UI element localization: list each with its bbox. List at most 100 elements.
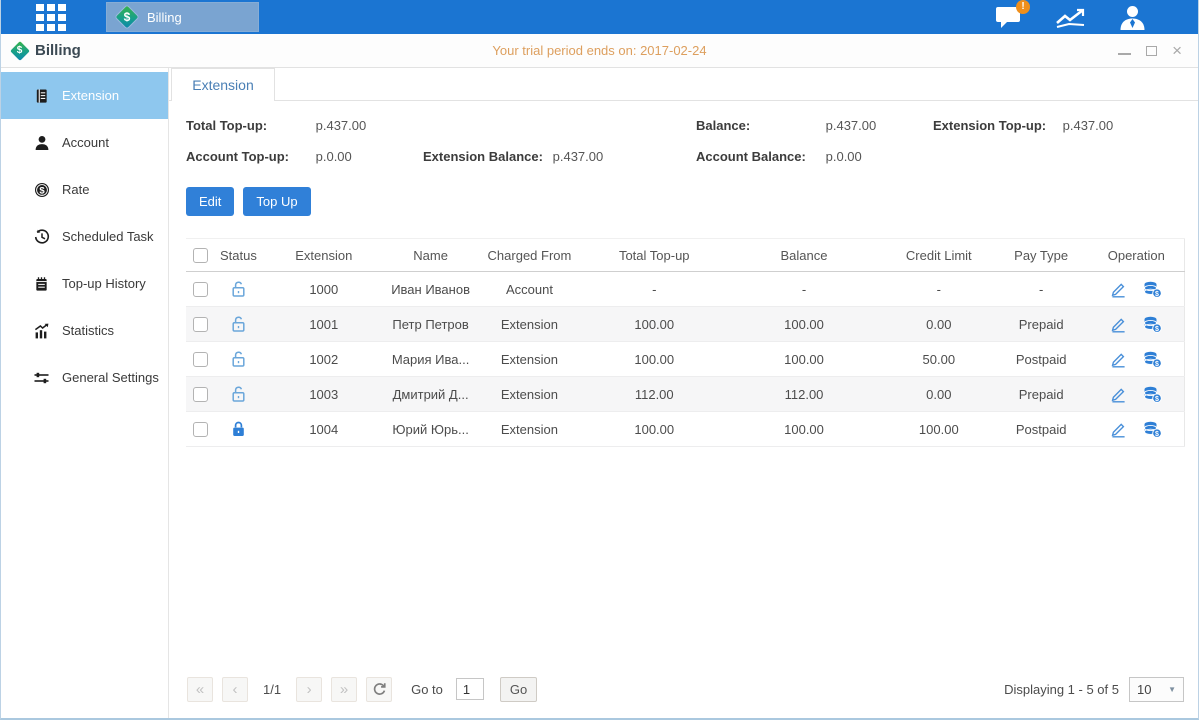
cell-name: Иван Иванов <box>387 272 475 307</box>
go-button[interactable]: Go <box>500 677 537 702</box>
row-checkbox[interactable] <box>193 422 208 437</box>
top-up-button[interactable]: Top Up <box>243 187 310 216</box>
edit-pencil-icon[interactable] <box>1110 421 1127 438</box>
sidebar-item-top-up-history[interactable]: Top-up History <box>1 260 168 307</box>
content-area: Total Top-up: p.437.00 Balance: p.437.00… <box>169 101 1198 447</box>
sidebar-item-extension[interactable]: Extension <box>1 72 168 119</box>
cell-extension: 1000 <box>261 272 387 307</box>
rate-icon: $ <box>33 182 50 198</box>
sidebar: Extension Account $RateScheduled Task Top-u… <box>1 68 169 718</box>
summary-account-balance: Account Balance: p.0.00 <box>696 149 933 164</box>
goto-label: Go to <box>411 682 443 697</box>
table-row-extension-1004: 1004Юрий Юрь...Extension100.00100.00100.… <box>186 412 1185 447</box>
table-row-extension-1003: 1003Дмитрий Д...Extension112.00112.000.0… <box>186 377 1185 412</box>
statistics-chart-icon[interactable] <box>1055 6 1086 29</box>
app-grid-icon[interactable] <box>36 4 66 31</box>
summary-balance: Balance: p.437.00 <box>696 118 933 133</box>
cell-name: Юрий Юрь... <box>387 412 475 447</box>
summary-total-topup: Total Top-up: p.437.00 <box>186 118 423 133</box>
svg-text:$: $ <box>1155 395 1159 402</box>
cell-charged-from: Account <box>475 272 585 307</box>
minimize-button[interactable] <box>1118 47 1131 55</box>
column-header-extension: Extension <box>261 239 387 272</box>
row-checkbox[interactable] <box>193 387 208 402</box>
billing-diamond-icon: $ <box>10 41 29 60</box>
action-buttons: Edit Top Up <box>186 187 1185 216</box>
billing-window: $ Billing ! <box>0 0 1199 720</box>
sidebar-item-rate[interactable]: $Rate <box>1 166 168 213</box>
user-account-icon[interactable] <box>1119 5 1146 30</box>
maximize-button[interactable] <box>1146 46 1157 56</box>
next-page-button[interactable]: › <box>296 677 322 702</box>
sidebar-item-statistics[interactable]: Statistics <box>1 307 168 354</box>
sidebar-item-scheduled-task[interactable]: Scheduled Task <box>1 213 168 260</box>
close-button[interactable]: × <box>1172 46 1182 56</box>
lock-open-icon <box>230 350 247 368</box>
edit-button[interactable]: Edit <box>186 187 234 216</box>
summary-extension-topup: Extension Top-up: p.437.00 <box>933 118 1185 133</box>
page-size-dropdown[interactable]: 10 ▼ <box>1129 677 1184 702</box>
cell-charged-from: Extension <box>475 377 585 412</box>
operation-cell: $ <box>1090 421 1183 438</box>
sidebar-item-label: Top-up History <box>62 276 146 291</box>
sidebar-item-account[interactable]: Account <box>1 119 168 166</box>
edit-pencil-icon[interactable] <box>1110 386 1127 403</box>
operation-cell: $ <box>1090 281 1183 298</box>
goto-page-input[interactable] <box>456 678 484 700</box>
notification-badge: ! <box>1016 0 1030 14</box>
edit-pencil-icon[interactable] <box>1110 351 1127 368</box>
pagination-bar: « ‹ 1/1 › » Go to Go Di <box>169 666 1198 718</box>
top-bar: $ Billing ! <box>1 0 1198 34</box>
cell-charged-from: Extension <box>475 342 585 377</box>
top-up-coins-icon[interactable]: $ <box>1143 351 1162 368</box>
cell-total-topup: 100.00 <box>584 412 724 447</box>
first-page-button[interactable]: « <box>187 677 213 702</box>
row-checkbox[interactable] <box>193 317 208 332</box>
cell-credit-limit: 0.00 <box>884 377 994 412</box>
top-up-coins-icon[interactable]: $ <box>1143 281 1162 298</box>
page-size-value: 10 <box>1137 682 1151 697</box>
svg-text:$: $ <box>1155 430 1159 437</box>
stats-icon <box>33 323 50 339</box>
operation-cell: $ <box>1090 316 1183 333</box>
trial-notice: Your trial period ends on: 2017-02-24 <box>1 43 1198 58</box>
billing-diamond-icon: $ <box>116 6 138 28</box>
column-header-operation: Operation <box>1089 239 1185 272</box>
sidebar-item-label: Account <box>62 135 109 150</box>
column-header-name: Name <box>387 239 475 272</box>
table-header: StatusExtensionNameCharged FromTotal Top… <box>186 239 1185 272</box>
column-header-charged-from: Charged From <box>475 239 585 272</box>
column-header-credit-limit: Credit Limit <box>884 239 994 272</box>
row-checkbox[interactable] <box>193 282 208 297</box>
cell-pay-type: Prepaid <box>994 307 1089 342</box>
edit-pencil-icon[interactable] <box>1110 316 1127 333</box>
edit-pencil-icon[interactable] <box>1110 281 1127 298</box>
top-up-coins-icon[interactable]: $ <box>1143 386 1162 403</box>
prev-page-button[interactable]: ‹ <box>222 677 248 702</box>
table-row-extension-1002: 1002Мария Ива...Extension100.00100.0050.… <box>186 342 1185 377</box>
topbar-tab-label: Billing <box>147 10 182 25</box>
tab-extension[interactable]: Extension <box>171 68 275 101</box>
sidebar-item-general-settings[interactable]: General Settings <box>1 354 168 401</box>
lock-closed-icon <box>230 420 247 438</box>
last-page-button[interactable]: » <box>331 677 357 702</box>
refresh-button[interactable] <box>366 677 392 702</box>
topbar-tab-billing[interactable]: $ Billing <box>106 2 259 32</box>
select-all-checkbox[interactable] <box>193 248 208 263</box>
cell-pay-type: Postpaid <box>994 342 1089 377</box>
cell-balance: 100.00 <box>724 342 884 377</box>
column-header-total-top-up: Total Top-up <box>584 239 724 272</box>
cell-extension: 1004 <box>261 412 387 447</box>
cell-credit-limit: - <box>884 272 994 307</box>
top-up-coins-icon[interactable]: $ <box>1143 421 1162 438</box>
column-header-status: Status <box>216 239 261 272</box>
cell-balance: 100.00 <box>724 412 884 447</box>
messages-icon[interactable]: ! <box>995 6 1022 29</box>
operation-cell: $ <box>1090 351 1183 368</box>
row-checkbox[interactable] <box>193 352 208 367</box>
table-row-extension-1001: 1001Петр ПетровExtension100.00100.000.00… <box>186 307 1185 342</box>
top-up-coins-icon[interactable]: $ <box>1143 316 1162 333</box>
window-controls: × <box>1118 46 1182 56</box>
lock-open-icon <box>230 385 247 403</box>
extension-table: StatusExtensionNameCharged FromTotal Top… <box>186 238 1185 447</box>
